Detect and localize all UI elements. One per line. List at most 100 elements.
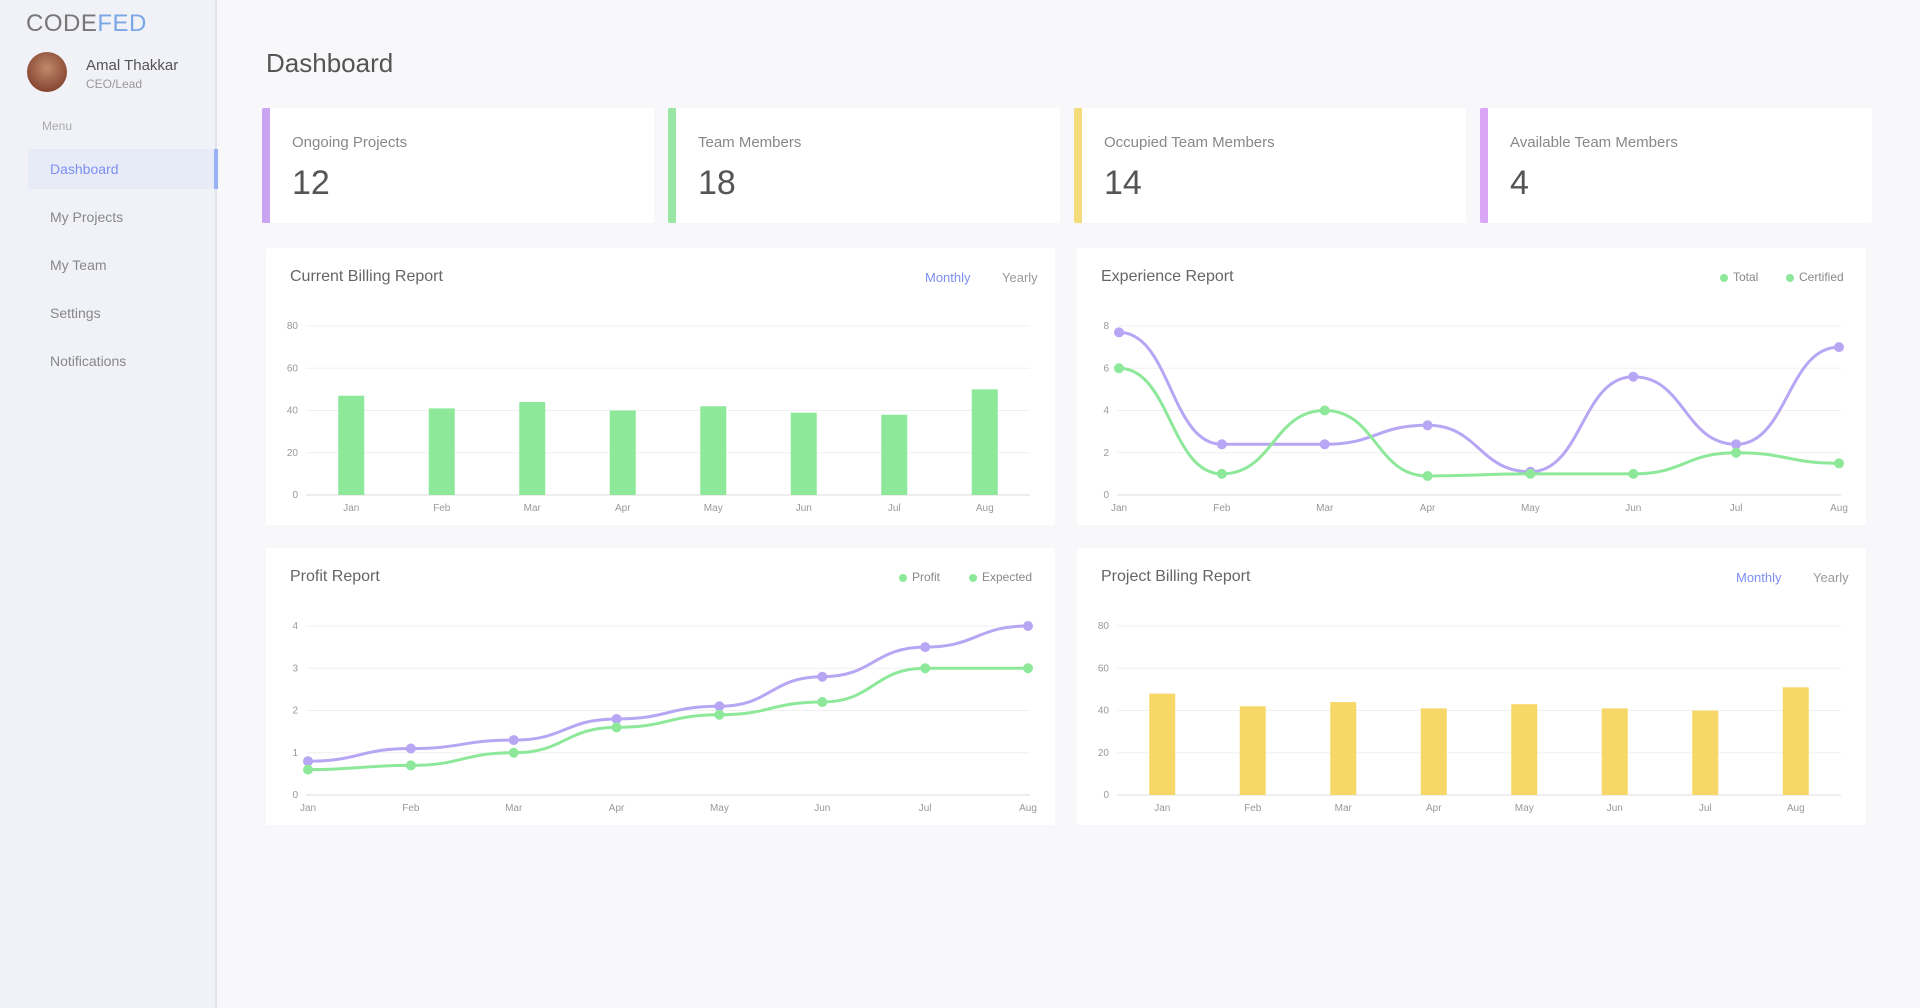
sidebar-item-my-team[interactable]: My Team bbox=[28, 245, 218, 285]
panel-project-billing: Project Billing Report Monthly Yearly 02… bbox=[1077, 548, 1866, 825]
data-point bbox=[1114, 327, 1124, 338]
y-tick-label: 8 bbox=[1103, 321, 1109, 332]
data-point bbox=[508, 747, 519, 758]
bar bbox=[1692, 710, 1719, 795]
y-tick-label: 0 bbox=[1103, 490, 1109, 501]
stat-value: 14 bbox=[1104, 164, 1142, 202]
brand-logo-part1: CODE bbox=[26, 10, 98, 37]
data-point bbox=[1319, 439, 1330, 450]
x-tick-label: Jul bbox=[1730, 503, 1743, 514]
billing-bar-chart: 0 20 40 60 80 Jan Feb Mar Apr May Jun Jul Aug bbox=[287, 321, 1030, 514]
x-tick-label: Jul bbox=[1699, 803, 1712, 814]
bar bbox=[1239, 706, 1266, 795]
x-tick-label: Jan bbox=[343, 503, 359, 514]
y-tick-label: 6 bbox=[1103, 363, 1109, 374]
bar bbox=[1601, 708, 1628, 795]
x-tick-label: Apr bbox=[1426, 803, 1442, 814]
x-tick-label: Jul bbox=[919, 803, 932, 814]
x-tick-label: Mar bbox=[1316, 503, 1334, 514]
brand-logo-part2: FED bbox=[97, 10, 147, 37]
bar bbox=[1511, 704, 1538, 795]
y-tick-label: 0 bbox=[292, 790, 298, 801]
y-tick-label: 2 bbox=[292, 706, 298, 717]
bar bbox=[1420, 708, 1447, 795]
stat-label: Team Members bbox=[698, 134, 802, 151]
profit-line-chart: 0 1 2 3 4 Jan Feb Mar Apr May Jun Jul Aug bbox=[292, 621, 1037, 814]
y-tick-label: 80 bbox=[1098, 621, 1110, 632]
data-point bbox=[1628, 468, 1639, 479]
x-tick-label: Jun bbox=[1607, 803, 1623, 814]
avatar[interactable] bbox=[27, 52, 67, 92]
x-tick-label: Feb bbox=[1244, 803, 1262, 814]
data-point bbox=[1834, 458, 1844, 469]
y-tick-label: 2 bbox=[1103, 448, 1109, 459]
panel-experience: Experience Report Total Certified 02468J… bbox=[1077, 248, 1866, 525]
y-tick-label: 40 bbox=[287, 406, 299, 417]
sidebar: CODEFED Amal Thakkar CEO/Lead Menu Dashb… bbox=[0, 0, 218, 1008]
sidebar-item-notifications[interactable]: Notifications bbox=[28, 341, 218, 381]
x-tick-label: Feb bbox=[433, 503, 451, 514]
x-tick-label: Aug bbox=[976, 503, 994, 514]
y-tick-label: 0 bbox=[1103, 790, 1109, 801]
user-name: Amal Thakkar bbox=[86, 57, 179, 74]
data-point bbox=[405, 743, 416, 754]
stat-label: Ongoing Projects bbox=[292, 134, 408, 151]
stat-card-occupied-members: Occupied Team Members 14 bbox=[1074, 108, 1466, 223]
stat-card-available-members: Available Team Members 4 bbox=[1480, 108, 1872, 223]
x-tick-label: Jun bbox=[796, 503, 812, 514]
user-role: CEO/Lead bbox=[86, 77, 143, 91]
menu-label: Menu bbox=[42, 119, 73, 133]
data-point bbox=[817, 697, 828, 708]
y-tick-label: 3 bbox=[292, 663, 298, 674]
series-line bbox=[1118, 366, 1840, 478]
x-tick-label: Aug bbox=[1019, 803, 1037, 814]
sidebar-item-dashboard[interactable]: Dashboard bbox=[28, 149, 218, 189]
data-point bbox=[1731, 447, 1742, 458]
data-point bbox=[1422, 470, 1433, 481]
data-point bbox=[1422, 420, 1433, 431]
data-point bbox=[611, 722, 622, 733]
data-point bbox=[1114, 363, 1124, 374]
x-tick-label: Jun bbox=[814, 803, 830, 814]
panel-current-billing: Current Billing Report Monthly Yearly 02… bbox=[266, 248, 1055, 525]
x-tick-label: Feb bbox=[402, 803, 420, 814]
project-billing-bar-chart: 0 20 40 60 80 Jan Feb Mar Apr May Jun Jul Aug bbox=[1098, 621, 1841, 814]
x-tick-label: Jun bbox=[1625, 503, 1641, 514]
y-tick-label: 20 bbox=[287, 448, 299, 459]
y-tick-label: 20 bbox=[1098, 748, 1110, 759]
bar bbox=[790, 412, 817, 495]
x-tick-label: Feb bbox=[1213, 503, 1231, 514]
bar bbox=[1782, 687, 1809, 795]
experience-line-chart: 0 2 4 6 8 Jan Feb Mar Apr May Jun Jul Aug bbox=[1103, 321, 1847, 514]
y-tick-label: 80 bbox=[287, 321, 299, 332]
stat-value: 12 bbox=[292, 164, 330, 202]
stat-card-team-members: Team Members 18 bbox=[668, 108, 1060, 223]
stat-value: 18 bbox=[698, 164, 736, 202]
data-point bbox=[920, 642, 931, 653]
sidebar-item-settings[interactable]: Settings bbox=[28, 293, 218, 333]
x-tick-label: Jan bbox=[300, 803, 316, 814]
data-point bbox=[714, 709, 725, 720]
x-tick-label: Mar bbox=[524, 503, 542, 514]
panel-profit: Profit Report Profit Expected 0 1 2 3 4 Jan Fe… bbox=[266, 548, 1055, 825]
data-point bbox=[817, 671, 828, 682]
x-tick-label: Mar bbox=[1335, 803, 1353, 814]
page-title: Dashboard bbox=[266, 48, 394, 78]
stat-label: Available Team Members bbox=[1510, 134, 1678, 151]
x-tick-label: May bbox=[710, 803, 729, 814]
x-tick-label: Jan bbox=[1154, 803, 1170, 814]
stat-card-ongoing-projects: Ongoing Projects 12 bbox=[262, 108, 654, 223]
data-point bbox=[303, 764, 313, 775]
bar bbox=[1330, 702, 1357, 795]
stat-label: Occupied Team Members bbox=[1104, 134, 1275, 151]
sidebar-item-my-projects[interactable]: My Projects bbox=[28, 197, 218, 237]
bar bbox=[700, 406, 727, 495]
series-line bbox=[307, 624, 1029, 763]
y-tick-label: 4 bbox=[1103, 406, 1109, 417]
x-tick-label: Apr bbox=[1420, 503, 1436, 514]
bar bbox=[1149, 693, 1176, 795]
data-point bbox=[508, 735, 519, 746]
x-tick-label: May bbox=[1521, 503, 1540, 514]
brand-logo[interactable]: CODEFED bbox=[26, 10, 147, 38]
x-tick-label: Mar bbox=[505, 803, 523, 814]
